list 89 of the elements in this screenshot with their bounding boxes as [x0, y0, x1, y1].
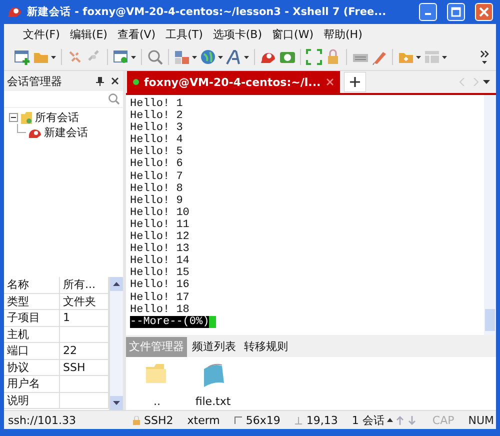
pen-icon[interactable] [371, 49, 387, 65]
property-name: 协议 [4, 360, 60, 376]
terminal-line: Hello! 7 [130, 170, 184, 183]
maximize-button[interactable] [447, 3, 465, 21]
close-icon [479, 7, 489, 17]
file-name[interactable]: .. [154, 395, 160, 408]
menu-item[interactable]: 编辑(E) [64, 26, 112, 42]
caret-icon[interactable] [218, 56, 223, 58]
terminal-line: Hello! 14 [130, 255, 190, 268]
pin-icon[interactable] [96, 76, 104, 86]
search-icon[interactable] [108, 93, 120, 105]
terminal-line: Hello! 4 [130, 134, 184, 146]
window-title: 新建会话 - foxny@VM-20-4-centos:~/lesson3 - Xshell 7 (Free... [27, 5, 388, 19]
caret-icon[interactable] [244, 56, 249, 58]
terminal-line: Hello! 5 [130, 146, 184, 158]
status-text: 1 会话 [352, 412, 384, 428]
lock-icon[interactable] [325, 49, 341, 65]
terminal-line: Hello! 11 [130, 218, 190, 231]
close-button[interactable] [475, 3, 493, 21]
pager-prompt: --More--(0%) [130, 316, 210, 328]
property-name: 名称 [4, 277, 60, 294]
menu-item[interactable]: 选项卡(B) [208, 26, 268, 42]
property-name: 子项目 [4, 310, 60, 326]
terminal-line: Hello! 8 [130, 182, 184, 195]
tree-item[interactable]: 新建会话 [44, 125, 88, 140]
key-indicator: NUM [468, 414, 494, 426]
terminal-scrollbar[interactable] [484, 95, 496, 335]
globe-icon[interactable] [200, 49, 216, 65]
terminal-line: Hello! 3 [130, 122, 184, 134]
tree-item[interactable]: 所有会话 [35, 110, 79, 125]
folder-icon [20, 110, 33, 124]
key-indicator: CAP [432, 414, 454, 426]
pane-title: 会话管理器 [7, 74, 63, 88]
window-icon[interactable] [113, 49, 129, 65]
connection-address: ssh://101.33 [7, 414, 78, 426]
scrollbar[interactable] [109, 277, 123, 410]
shell-logo-icon [28, 126, 42, 138]
terminal-line: Hello! 15 [130, 267, 190, 280]
session-tab[interactable]: foxny@VM-20-4-centos:~/l... [127, 71, 340, 93]
terminal-line: Hello! 2 [130, 110, 184, 122]
terminal-line: Hello! 9 [130, 194, 184, 207]
collapse-icon[interactable] [9, 113, 18, 122]
caret-icon[interactable] [442, 56, 447, 58]
terminal-line: Hello! 12 [130, 231, 190, 244]
menu-item[interactable]: 文件(F) [18, 26, 65, 42]
panel-tab[interactable]: 频道列表 [189, 337, 239, 357]
up-arrow-icon[interactable] [113, 282, 120, 286]
terminal-line: Hello! 16 [130, 279, 190, 292]
cursor-position-icon [294, 416, 304, 424]
terminal-line: Hello! 17 [130, 292, 190, 304]
fullscreen-icon[interactable] [306, 49, 322, 65]
terminal-line: Hello! 18 [130, 304, 190, 316]
property-name: 端口 [4, 343, 60, 360]
status-text: 56x19 [246, 414, 280, 426]
caret-icon[interactable] [387, 418, 394, 422]
status-text: SSH2 [144, 414, 174, 426]
terminal-line: Hello! 1 [130, 98, 184, 110]
property-name: 主机 [4, 326, 60, 343]
property-name: 说明 [4, 392, 60, 409]
minimize-button[interactable] [419, 3, 437, 21]
maximize-icon [451, 7, 461, 17]
new-tab-button[interactable] [344, 72, 366, 92]
cursor [209, 316, 216, 328]
terminal-line: Hello! 10 [130, 206, 190, 219]
font-icon[interactable] [226, 49, 242, 65]
menu-item[interactable]: 工具(T) [160, 26, 208, 42]
terminal-line: Hello! 6 [130, 158, 184, 171]
size-icon [234, 416, 243, 424]
status-text: 19,13 [306, 414, 338, 426]
property-name: 类型 [4, 294, 60, 310]
shell-logo-icon [7, 5, 23, 19]
caret-icon[interactable] [131, 56, 136, 58]
search-icon[interactable] [147, 49, 163, 65]
file-name[interactable]: file.txt [195, 395, 231, 408]
lock-icon [132, 416, 141, 424]
property-name: 用户名 [4, 376, 60, 392]
close-icon[interactable] [111, 77, 119, 85]
caret-icon[interactable] [51, 56, 56, 58]
down-arrow-icon[interactable] [113, 401, 120, 405]
new-session-icon[interactable] [14, 49, 30, 65]
panel-tab[interactable]: 转移规则 [241, 337, 291, 357]
menu-item[interactable]: 查看(V) [112, 26, 161, 42]
caret-icon[interactable] [483, 80, 490, 84]
caret-icon[interactable] [192, 56, 197, 58]
menu-item[interactable]: 帮助(H) [318, 26, 368, 42]
caret-icon[interactable] [416, 56, 421, 58]
menu-item[interactable]: 窗口(W) [267, 26, 318, 42]
status-text: xterm [187, 414, 220, 426]
terminal-line: Hello! 13 [130, 243, 190, 256]
